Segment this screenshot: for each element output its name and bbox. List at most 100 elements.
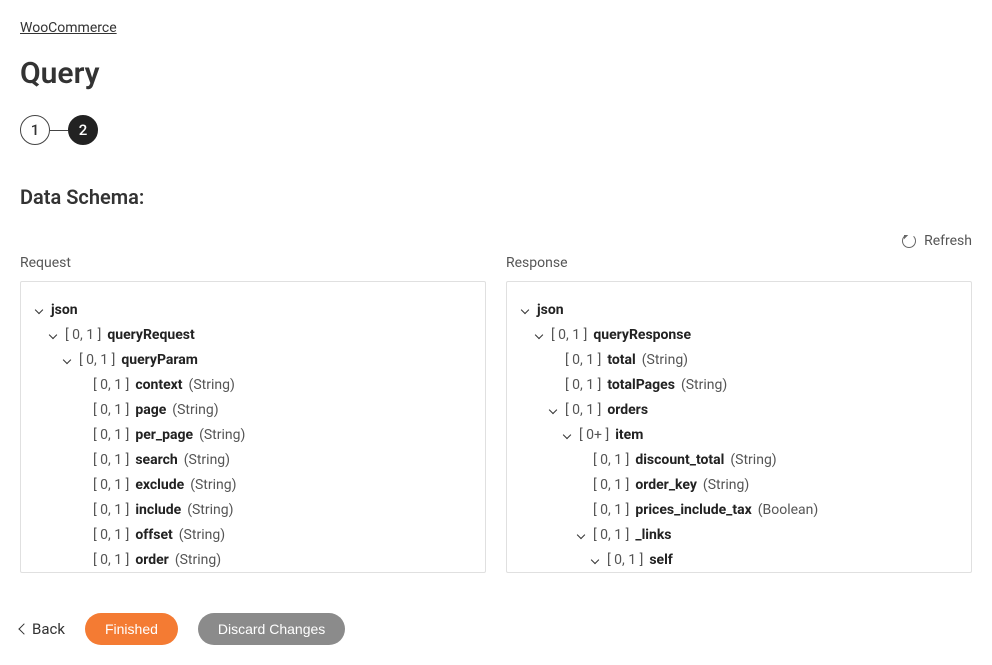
chevron-down-icon[interactable] xyxy=(561,430,573,442)
cardinality: [ 0, 1 ] xyxy=(93,375,129,396)
node-type: (String) xyxy=(703,475,749,496)
node-name: discount_total xyxy=(635,450,724,471)
chevron-down-icon[interactable] xyxy=(547,405,559,417)
tree-row[interactable]: [ 0, 1 ] include (String) xyxy=(33,498,473,523)
tree-row[interactable]: [ 0, 1 ] total (String) xyxy=(519,348,959,373)
cardinality: [ 0, 1 ] xyxy=(93,500,129,521)
tree-row[interactable]: [ 0, 1 ] orders xyxy=(519,398,959,423)
node-name: offset xyxy=(135,525,172,546)
tree-row[interactable]: json xyxy=(519,298,959,323)
node-name: order_key xyxy=(635,475,697,496)
cardinality: [ 0, 1 ] xyxy=(93,450,129,471)
cardinality: [ 0, 1 ] xyxy=(565,350,601,371)
tree-row[interactable]: [ 0, 1 ] order (String) xyxy=(33,548,473,573)
node-name: queryRequest xyxy=(107,325,194,346)
request-header: Request xyxy=(20,255,486,271)
cardinality: [ 0, 1 ] xyxy=(93,550,129,571)
node-name: totalPages xyxy=(607,375,675,396)
tree-row[interactable]: [ 0, 1 ] page (String) xyxy=(33,398,473,423)
cardinality: [ 0, 1 ] xyxy=(93,475,129,496)
node-type: (String) xyxy=(184,450,230,471)
cardinality: [ 0, 1 ] xyxy=(565,375,601,396)
node-name: queryResponse xyxy=(593,325,691,346)
chevron-down-icon[interactable] xyxy=(33,305,45,317)
node-name: search xyxy=(135,450,177,471)
node-type: (String) xyxy=(190,475,236,496)
node-name: _links xyxy=(635,525,671,546)
node-name: queryParam xyxy=(121,350,198,371)
node-type: (String) xyxy=(681,375,727,396)
node-type: (Boolean) xyxy=(758,500,819,521)
cardinality: [ 0, 1 ] xyxy=(93,425,129,446)
tree-row[interactable]: [ 0, 1 ] search (String) xyxy=(33,448,473,473)
step-2[interactable]: 2 xyxy=(68,115,98,145)
cardinality: [ 0, 1 ] xyxy=(593,500,629,521)
node-type: (String) xyxy=(642,350,688,371)
cardinality: [ 0, 1 ] xyxy=(551,325,587,346)
cardinality: [ 0, 1 ] xyxy=(65,325,101,346)
node-name: exclude xyxy=(135,475,184,496)
section-title: Data Schema: xyxy=(20,185,972,209)
tree-row[interactable]: [ 0, 1 ] self xyxy=(519,548,959,573)
chevron-down-icon[interactable] xyxy=(61,355,73,367)
chevron-down-icon[interactable] xyxy=(519,305,531,317)
node-type: (String) xyxy=(189,375,235,396)
node-type: (String) xyxy=(199,425,245,446)
refresh-button[interactable]: Refresh xyxy=(902,233,972,249)
breadcrumb[interactable]: WooCommerce xyxy=(20,20,117,36)
step-connector xyxy=(50,130,68,131)
refresh-icon xyxy=(902,234,916,248)
tree-row[interactable]: [ 0, 1 ] queryParam xyxy=(33,348,473,373)
node-type: (String) xyxy=(187,500,233,521)
node-name: json xyxy=(537,300,564,321)
cardinality: [ 0, 1 ] xyxy=(565,400,601,421)
tree-row[interactable]: [ 0, 1 ] discount_total (String) xyxy=(519,448,959,473)
discard-button[interactable]: Discard Changes xyxy=(198,613,345,645)
cardinality: [ 0+ ] xyxy=(579,425,609,446)
tree-row[interactable]: [ 0, 1 ] totalPages (String) xyxy=(519,373,959,398)
tree-row[interactable]: json xyxy=(33,298,473,323)
cardinality: [ 0, 1 ] xyxy=(93,525,129,546)
node-name: order xyxy=(135,550,168,571)
request-tree: json[ 0, 1 ] queryRequest[ 0, 1 ] queryP… xyxy=(20,281,486,573)
request-column: Request json[ 0, 1 ] queryRequest[ 0, 1 … xyxy=(20,255,486,573)
chevron-left-icon xyxy=(18,623,29,634)
tree-row[interactable]: [ 0, 1 ] exclude (String) xyxy=(33,473,473,498)
node-type: (String) xyxy=(730,450,776,471)
node-name: page xyxy=(135,400,166,421)
node-name: prices_include_tax xyxy=(635,500,751,521)
tree-row[interactable]: [ 0, 1 ] order_key (String) xyxy=(519,473,959,498)
node-name: json xyxy=(51,300,78,321)
stepper: 1 2 xyxy=(20,115,972,145)
tree-row[interactable]: [ 0, 1 ] prices_include_tax (Boolean) xyxy=(519,498,959,523)
response-tree: json[ 0, 1 ] queryResponse[ 0, 1 ] total… xyxy=(506,281,972,573)
tree-row[interactable]: [ 0+ ] item xyxy=(519,423,959,448)
cardinality: [ 0, 1 ] xyxy=(607,550,643,571)
cardinality: [ 0, 1 ] xyxy=(593,475,629,496)
node-name: context xyxy=(135,375,182,396)
node-name: item xyxy=(615,425,643,446)
chevron-down-icon[interactable] xyxy=(533,330,545,342)
back-button[interactable]: Back xyxy=(20,620,65,638)
tree-row[interactable]: [ 0, 1 ] queryResponse xyxy=(519,323,959,348)
chevron-down-icon[interactable] xyxy=(589,555,601,567)
cardinality: [ 0, 1 ] xyxy=(593,525,629,546)
tree-row[interactable]: [ 0, 1 ] _links xyxy=(519,523,959,548)
cardinality: [ 0, 1 ] xyxy=(593,450,629,471)
page-title: Query xyxy=(20,56,972,91)
back-label: Back xyxy=(32,620,65,638)
node-name: self xyxy=(649,550,672,571)
tree-row[interactable]: [ 0, 1 ] queryRequest xyxy=(33,323,473,348)
tree-row[interactable]: [ 0, 1 ] per_page (String) xyxy=(33,423,473,448)
cardinality: [ 0, 1 ] xyxy=(93,400,129,421)
chevron-down-icon[interactable] xyxy=(575,530,587,542)
chevron-down-icon[interactable] xyxy=(47,330,59,342)
node-name: orders xyxy=(607,400,648,421)
step-1[interactable]: 1 xyxy=(20,115,50,145)
tree-row[interactable]: [ 0, 1 ] offset (String) xyxy=(33,523,473,548)
finished-button[interactable]: Finished xyxy=(85,613,178,645)
node-type: (String) xyxy=(172,400,218,421)
response-column: Response json[ 0, 1 ] queryResponse[ 0, … xyxy=(506,255,972,573)
node-type: (String) xyxy=(179,525,225,546)
tree-row[interactable]: [ 0, 1 ] context (String) xyxy=(33,373,473,398)
